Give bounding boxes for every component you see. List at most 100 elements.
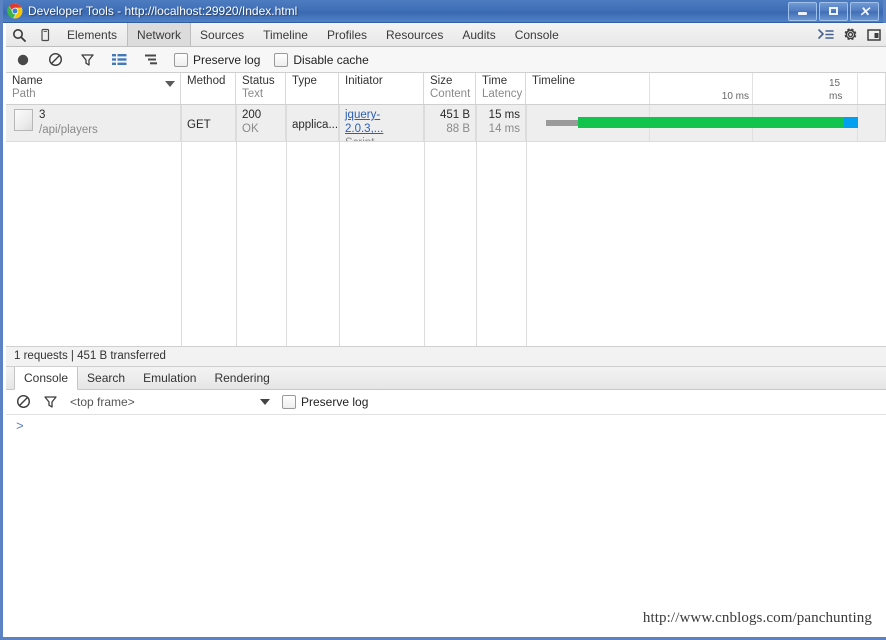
preserve-log-label: Preserve log	[193, 52, 261, 67]
device-mode-icon[interactable]	[32, 23, 58, 46]
col-time-sub: Latency	[482, 88, 523, 100]
initiator-type: Script	[345, 136, 418, 141]
col-size-sub: Content	[430, 88, 471, 100]
status-bar-text: 1 requests | 451 B transferred	[14, 350, 166, 362]
request-status-text: OK	[242, 123, 259, 135]
table-body: 3 /api/players GET 200 OK applica... jqu…	[6, 105, 886, 346]
group-by-frame-icon[interactable]	[142, 51, 160, 69]
console-prompt-caret: >	[16, 418, 24, 434]
column-header-size[interactable]: Size Content	[424, 73, 476, 104]
network-status-bar: 1 requests | 451 B transferred	[6, 345, 886, 367]
tab-elements[interactable]: Elements	[58, 23, 127, 46]
col-size-title: Size	[430, 75, 453, 87]
drawer-tab-search[interactable]: Search	[78, 367, 134, 389]
request-name: 3	[39, 109, 46, 121]
tab-network[interactable]: Network	[127, 23, 192, 46]
gear-icon[interactable]	[843, 27, 858, 42]
clear-console-icon[interactable]	[16, 394, 31, 409]
frame-selector-value: <top frame>	[70, 394, 135, 409]
cell-name[interactable]: 3 /api/players	[6, 105, 181, 141]
window-title: Developer Tools - http://localhost:29920…	[28, 4, 298, 18]
timeline-receiving-segment	[844, 117, 858, 128]
resource-file-icon	[14, 109, 33, 131]
request-type: applica...	[292, 118, 339, 131]
window-titlebar: Developer Tools - http://localhost:29920…	[3, 0, 883, 23]
close-button[interactable]: ✕	[850, 1, 879, 21]
minimize-button[interactable]	[788, 1, 817, 21]
tab-console[interactable]: Console	[506, 23, 569, 46]
cell-size: 451 B 88 B	[424, 105, 476, 141]
devtools-toolbar-actions	[818, 23, 886, 46]
console-preserve-log-box[interactable]	[282, 394, 296, 409]
timeline-stalled-segment	[546, 120, 578, 126]
col-name-sub: Path	[12, 88, 36, 100]
cell-method: GET	[181, 105, 236, 141]
console-preserve-log-checkbox[interactable]: Preserve log	[282, 394, 369, 409]
col-method-title: Method	[187, 75, 226, 87]
list-view-icon[interactable]	[110, 51, 128, 69]
request-time: 15 ms	[488, 109, 520, 121]
disable-cache-checkbox[interactable]: Disable cache	[274, 52, 369, 67]
clear-icon[interactable]	[46, 51, 64, 69]
console-output-area[interactable]: > http://www.cnblogs.com/panchunting	[6, 414, 886, 637]
initiator-link[interactable]: jquery-2.0.3,...	[345, 108, 418, 136]
frame-selector[interactable]: <top frame>	[70, 395, 270, 409]
console-preserve-log-label: Preserve log	[301, 394, 369, 409]
cell-type: applica...	[286, 105, 339, 141]
devtools-tabs: Elements Network Sources Timeline Profil…	[58, 23, 818, 46]
col-status-title: Status	[242, 75, 275, 87]
chevron-down-icon	[260, 398, 270, 405]
sort-descending-icon	[165, 81, 175, 87]
maximize-button[interactable]	[819, 1, 848, 21]
drawer-tab-console[interactable]: Console	[14, 366, 79, 390]
column-header-method[interactable]: Method	[181, 73, 236, 104]
timeline-tick-10ms: 10 ms	[721, 91, 749, 102]
devtools-tabbar: Elements Network Sources Timeline Profil…	[6, 23, 886, 47]
devtools-window: Developer Tools - http://localhost:29920…	[0, 0, 886, 640]
column-header-status[interactable]: Status Text	[236, 73, 286, 104]
drawer-tabbar: Console Search Emulation Rendering	[6, 366, 886, 390]
drawer-tab-emulation[interactable]: Emulation	[134, 367, 205, 389]
console-toolbar: <top frame> Preserve log	[6, 389, 886, 415]
column-header-type[interactable]: Type	[286, 73, 339, 104]
column-header-name[interactable]: Name Path	[6, 73, 181, 104]
record-icon[interactable]	[14, 51, 32, 69]
tab-profiles[interactable]: Profiles	[318, 23, 377, 46]
devtools-panel: Elements Network Sources Timeline Profil…	[6, 23, 886, 637]
table-header-row: Name Path Method Status Text Type Initia…	[6, 73, 886, 105]
cell-initiator: jquery-2.0.3,... Script	[339, 105, 424, 141]
disable-cache-box[interactable]	[274, 52, 289, 67]
col-status-sub: Text	[242, 88, 264, 100]
request-latency: 14 ms	[488, 123, 520, 135]
column-header-initiator[interactable]: Initiator	[339, 73, 424, 104]
console-filter-icon[interactable]	[43, 394, 58, 409]
chrome-logo-icon	[7, 3, 23, 19]
network-toolbar: Preserve log Disable cache	[6, 47, 886, 73]
table-row[interactable]: 3 /api/players GET 200 OK applica... jqu…	[6, 105, 886, 142]
preserve-log-checkbox[interactable]: Preserve log	[174, 52, 261, 67]
col-initiator-title: Initiator	[345, 75, 383, 87]
search-icon[interactable]	[6, 23, 32, 46]
drawer-tab-rendering[interactable]: Rendering	[205, 367, 278, 389]
request-status-code: 200	[242, 109, 262, 121]
dock-position-icon[interactable]	[867, 28, 881, 42]
show-drawer-icon[interactable]	[818, 28, 834, 41]
filter-icon[interactable]	[78, 51, 96, 69]
cell-status: 200 OK	[236, 105, 286, 141]
timeline-bar	[526, 117, 885, 128]
tab-timeline[interactable]: Timeline	[254, 23, 318, 46]
tab-resources[interactable]: Resources	[377, 23, 453, 46]
tab-sources[interactable]: Sources	[191, 23, 254, 46]
preserve-log-box[interactable]	[174, 52, 188, 67]
request-content-size: 88 B	[446, 123, 470, 135]
watermark-text: http://www.cnblogs.com/panchunting	[642, 610, 872, 626]
request-size: 451 B	[439, 109, 470, 121]
tab-audits[interactable]: Audits	[453, 23, 505, 46]
column-header-timeline[interactable]: Timeline 10 ms 15 ms	[526, 73, 886, 104]
timeline-download-segment	[578, 117, 844, 128]
col-type-title: Type	[292, 75, 317, 87]
column-header-time[interactable]: Time Latency	[476, 73, 526, 104]
requests-table: Name Path Method Status Text Type Initia…	[6, 73, 886, 346]
col-name-title: Name	[12, 75, 43, 87]
disable-cache-label: Disable cache	[293, 52, 369, 67]
